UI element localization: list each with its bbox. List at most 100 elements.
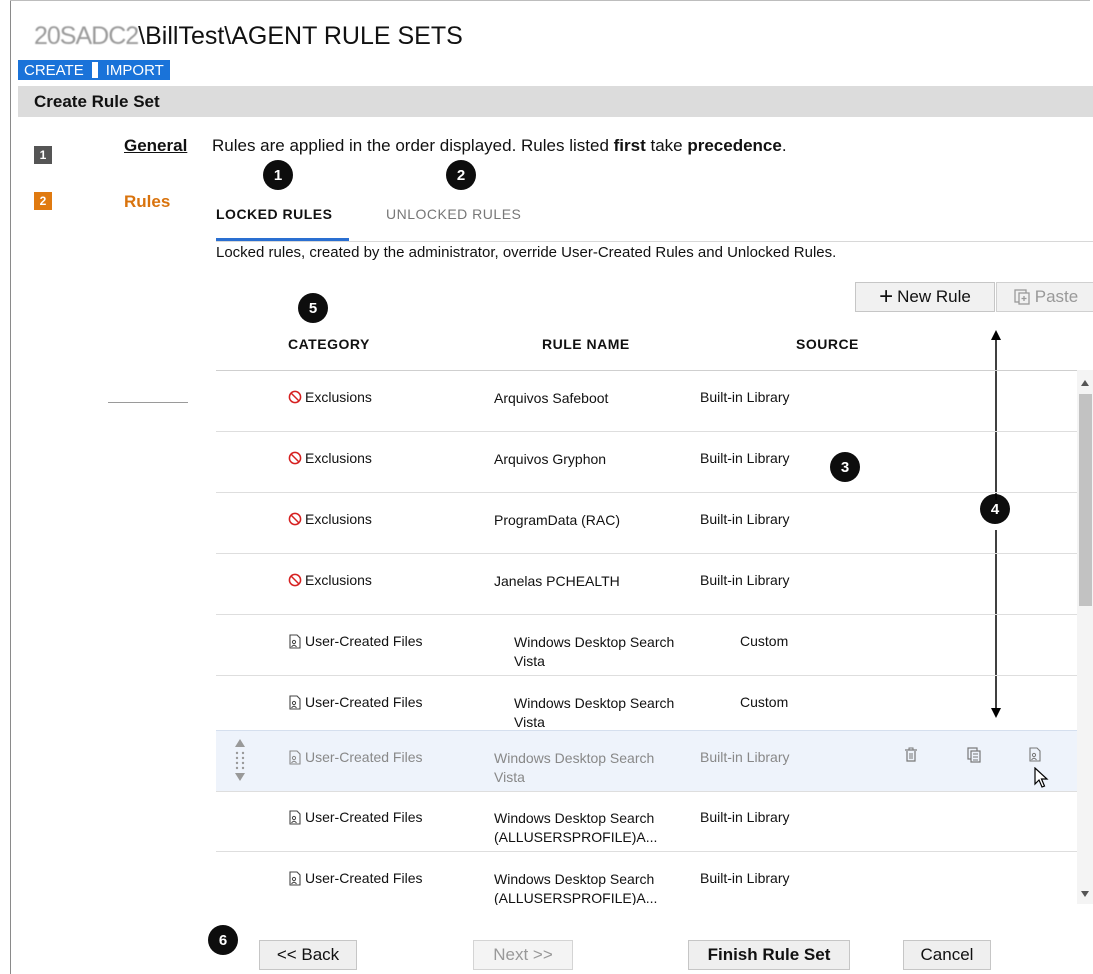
row-category-label: User-Created Files (305, 870, 423, 886)
new-rule-button[interactable]: + New Rule (855, 282, 995, 312)
row-category-label: User-Created Files (305, 749, 423, 765)
row-category: User-Created Files (288, 694, 422, 710)
row-source: Built-in Library (700, 572, 790, 588)
rules-intro-text: Rules are applied in the order displayed… (212, 136, 787, 156)
exclusion-icon (288, 512, 302, 526)
row-category-label: Exclusions (305, 389, 372, 405)
user-file-icon (289, 694, 301, 710)
cancel-button[interactable]: Cancel (903, 940, 991, 970)
scroll-up-icon[interactable] (1080, 374, 1090, 392)
user-file-icon (289, 870, 301, 886)
row-rule-name: Windows Desktop Search (ALLUSERSPROFILE)… (494, 810, 658, 845)
table-row[interactable]: User-Created Files Windows Desktop Searc… (216, 791, 1077, 852)
table-row[interactable]: Exclusions ProgramData (RAC) Built-in Li… (216, 493, 1077, 554)
row-category: User-Created Files (288, 870, 422, 886)
user-file-icon (1029, 747, 1041, 762)
mouse-cursor-icon (1034, 766, 1050, 792)
row-source: Custom (740, 694, 789, 710)
edit-rule-button[interactable] (1028, 747, 1042, 765)
column-header-category[interactable]: CATEGORY (288, 336, 370, 352)
row-category: User-Created Files (288, 633, 422, 649)
trash-icon (905, 747, 917, 762)
nav-separator (91, 62, 98, 78)
table-row[interactable]: Exclusions Janelas PCHEALTH Built-in Lib… (216, 554, 1077, 615)
drag-handle-icon (235, 739, 245, 781)
row-source: Built-in Library (700, 809, 790, 825)
table-row[interactable]: User-Created Files Windows Desktop Searc… (216, 852, 1077, 905)
row-source: Built-in Library (700, 511, 790, 527)
callout-6: 6 (208, 925, 238, 955)
row-category-label: Exclusions (305, 511, 372, 527)
active-tab-indicator (216, 238, 349, 241)
finish-rule-set-button[interactable]: Finish Rule Set (688, 940, 850, 970)
table-row[interactable]: User-Created Files Windows Desktop Searc… (216, 676, 1077, 737)
top-nav: CREATE IMPORT (18, 60, 170, 80)
row-rule-name: Windows Desktop Search Vista (514, 634, 675, 669)
paste-label: Paste (1034, 287, 1079, 306)
scroll-down-icon[interactable] (1080, 885, 1090, 903)
callout-1: 1 (263, 160, 293, 190)
tab-divider (216, 241, 1093, 242)
user-file-icon (289, 809, 301, 825)
row-source: Built-in Library (700, 870, 790, 886)
row-rule-name: Windows Desktop Search (ALLUSERSPROFILE)… (494, 871, 658, 905)
row-rule-name: ProgramData (RAC) (494, 512, 621, 528)
table-row[interactable]: Exclusions Arquivos Safeboot Built-in Li… (216, 371, 1077, 432)
callout-2: 2 (446, 160, 476, 190)
next-button[interactable]: Next >> (473, 940, 573, 970)
scrollbar-thumb[interactable] (1079, 394, 1092, 606)
page-title: 20SADC2\BillTest\AGENT RULE SETS (34, 22, 463, 51)
row-rule-name: Windows Desktop Search Vista (494, 750, 655, 785)
tab-description: Locked rules, created by the administrat… (216, 244, 837, 261)
import-link[interactable]: IMPORT (104, 62, 166, 79)
exclusion-icon (288, 451, 302, 465)
user-file-icon (289, 749, 301, 765)
plus-icon: + (879, 283, 894, 310)
exclusion-icon (288, 573, 302, 587)
copy-rule-button[interactable] (966, 747, 982, 766)
intro-precedence: precedence (687, 136, 782, 155)
row-category: Exclusions (288, 511, 372, 527)
row-category: User-Created Files (288, 809, 422, 825)
step-rules-label: Rules (124, 192, 171, 211)
tab-locked-rules[interactable]: LOCKED RULES (216, 206, 332, 222)
step-divider (108, 402, 188, 403)
row-rule-name: Arquivos Safeboot (494, 390, 609, 406)
row-source: Built-in Library (700, 450, 790, 466)
intro-part-3: . (781, 136, 787, 155)
user-file-icon (289, 633, 301, 649)
step-2-marker: 2 (34, 192, 52, 210)
create-link[interactable]: CREATE (22, 62, 86, 79)
window-left-border (10, 0, 11, 974)
drag-handle[interactable] (232, 737, 248, 786)
window-top-border (10, 0, 1090, 1)
step-1-marker: 1 (34, 146, 52, 164)
new-rule-label: New Rule (897, 287, 971, 306)
row-category-label: Exclusions (305, 450, 372, 466)
delete-rule-button[interactable] (904, 747, 918, 766)
row-source: Custom (740, 633, 789, 649)
row-category: Exclusions (288, 572, 372, 588)
exclusion-icon (288, 390, 302, 404)
tab-unlocked-rules[interactable]: UNLOCKED RULES (386, 206, 521, 222)
table-row[interactable]: Exclusions Arquivos Gryphon Built-in Lib… (216, 432, 1077, 493)
callout-5: 5 (298, 293, 328, 323)
copy-icon (967, 747, 981, 763)
table-row-selected[interactable]: User-Created Files Windows Desktop Searc… (216, 730, 1077, 792)
section-title: Create Rule Set (34, 92, 160, 111)
paste-button[interactable]: Paste (996, 282, 1093, 312)
column-header-rule-name[interactable]: RULE NAME (542, 336, 630, 352)
rules-table: Exclusions Arquivos Safeboot Built-in Li… (216, 370, 1077, 905)
table-row[interactable]: User-Created Files Windows Desktop Searc… (216, 615, 1077, 676)
row-source: Built-in Library (700, 749, 790, 765)
row-category: Exclusions (288, 450, 372, 466)
paste-icon (1014, 289, 1030, 305)
back-button[interactable]: << Back (259, 940, 357, 970)
step-general-link[interactable]: General (124, 136, 187, 156)
column-header-source[interactable]: SOURCE (796, 336, 859, 352)
row-category: User-Created Files (288, 749, 422, 765)
intro-part-2: take (645, 136, 688, 155)
row-category-label: Exclusions (305, 572, 372, 588)
row-category-label: User-Created Files (305, 809, 423, 825)
row-rule-name: Janelas PCHEALTH (494, 573, 620, 589)
